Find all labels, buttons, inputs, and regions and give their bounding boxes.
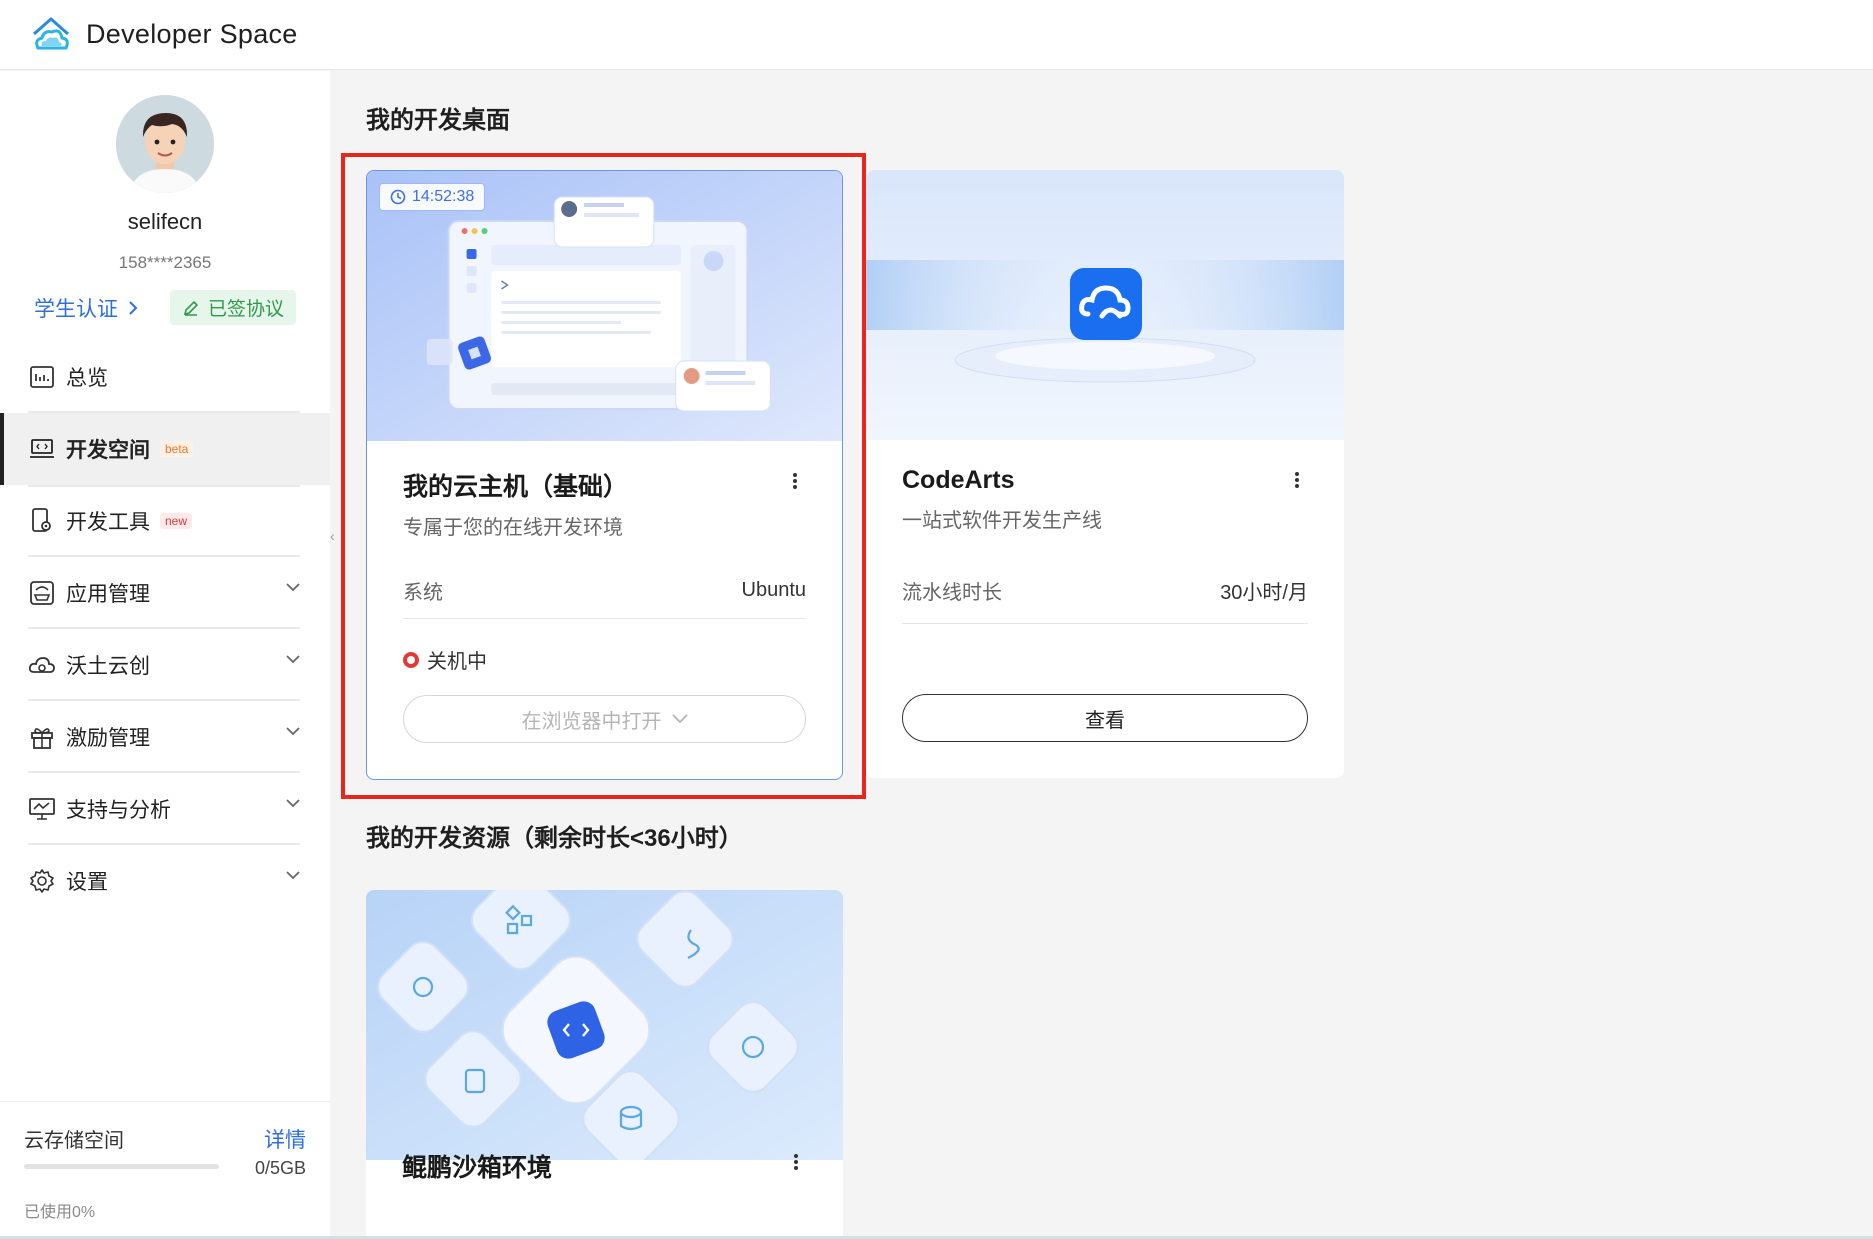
resources-section-title: 我的开发资源（剩余时长<36小时）: [366, 825, 743, 852]
sidebar-item-label: 激励管理: [66, 727, 150, 750]
session-timer-badge: 14:52:38: [379, 183, 486, 211]
status-text: 关机中: [427, 651, 487, 673]
storage-progress-bar: [24, 1164, 219, 1169]
machine-status: 关机中: [403, 645, 487, 674]
more-options-icon[interactable]: [1294, 470, 1300, 490]
chevron-down-icon: [286, 655, 300, 664]
card-title: CodeArts: [902, 466, 1015, 494]
cloud-icon: [28, 651, 56, 679]
monitor-chart-icon: [28, 795, 56, 823]
signed-agreement-badge[interactable]: 已签协议: [170, 290, 297, 325]
desktop-section-title: 我的开发桌面: [366, 107, 510, 134]
student-cert-label: 学生认证: [34, 298, 118, 321]
view-button-label: 查看: [1085, 709, 1125, 732]
cloud-host-card[interactable]: 14:52:38 我的云主机（基础） 专属于您的在线开发环境 系统 Ubuntu…: [366, 170, 843, 780]
status-off-icon: [403, 651, 419, 668]
codearts-card[interactable]: CodeArts 一站式软件开发生产线 流水线时长 30小时/月 查看: [866, 170, 1344, 778]
storage-title: 云存储空间: [24, 1130, 124, 1152]
sidebar-item-settings[interactable]: 设置: [0, 845, 330, 917]
sidebar-item-incentive[interactable]: 激励管理: [0, 701, 330, 773]
sidebar-collapse-handle[interactable]: ‹: [330, 528, 342, 550]
tool-device-icon: [28, 507, 56, 535]
chevron-right-icon: [129, 301, 138, 315]
sidebar-item-label: 开发工具: [66, 511, 150, 534]
sidebar-item-label: 总览: [66, 367, 108, 390]
chevron-down-icon: [286, 799, 300, 808]
sidebar: selifecn 158****2365 学生认证 已签协议 总览 开发空间 b…: [0, 71, 330, 1239]
more-options-icon[interactable]: [792, 471, 798, 491]
open-in-browser-button[interactable]: 在浏览器中打开: [403, 695, 806, 743]
student-cert-link[interactable]: 学生认证: [34, 293, 138, 323]
app-box-icon: [28, 579, 56, 607]
sidebar-item-label: 开发空间: [66, 439, 150, 462]
dashboard-icon: [28, 363, 56, 391]
edit-pen-icon: [183, 300, 199, 316]
sidebar-item-support-analysis[interactable]: 支持与分析: [0, 773, 330, 845]
card-title: 我的云主机（基础）: [403, 473, 629, 501]
signed-agreement-label: 已签协议: [208, 299, 285, 320]
sidebar-item-dev-space[interactable]: 开发空间 beta: [0, 413, 330, 485]
phone-number: 158****2365: [118, 253, 212, 272]
house-cloud-logo-icon[interactable]: [28, 12, 74, 58]
session-timer: 14:52:38: [412, 188, 475, 205]
sidebar-item-label: 设置: [66, 871, 108, 894]
avatar[interactable]: [116, 95, 214, 193]
sidebar-item-dev-tools[interactable]: 开发工具 new: [0, 485, 330, 557]
card-description: 专属于您的在线开发环境: [403, 517, 623, 539]
chevron-down-icon: [671, 714, 688, 724]
chevron-down-icon: [286, 727, 300, 736]
more-options-icon[interactable]: [793, 1152, 799, 1172]
view-button[interactable]: 查看: [902, 694, 1308, 742]
open-in-browser-label: 在浏览器中打开: [521, 710, 662, 733]
system-value: Ubuntu: [741, 579, 807, 601]
sidebar-item-label: 应用管理: [66, 583, 150, 606]
sidebar-item-label: 支持与分析: [66, 799, 171, 822]
gear-icon: [28, 867, 56, 895]
sandbox-illustration: [366, 890, 843, 1160]
gift-icon: [28, 723, 56, 751]
chevron-down-icon: [286, 583, 300, 592]
new-badge: new: [160, 513, 193, 529]
storage-size: 0/5GB: [254, 1158, 306, 1178]
laptop-code-icon: [28, 435, 56, 463]
sandbox-card[interactable]: 鲲鹏沙箱环境: [366, 890, 843, 1239]
cloud-host-illustration: [367, 171, 842, 441]
app-title: Developer Space: [86, 19, 298, 49]
clock-icon: [390, 189, 406, 205]
pipeline-duration-row: 流水线时长 30小时/月: [902, 558, 1308, 624]
system-info-row: 系统 Ubuntu: [403, 563, 806, 619]
divider: [28, 485, 300, 487]
sidebar-item-overview[interactable]: 总览: [0, 341, 330, 413]
storage-detail-link[interactable]: 详情: [264, 1124, 306, 1154]
chevron-down-icon: [286, 871, 300, 880]
top-bar: Developer Space: [0, 0, 1873, 70]
storage-used-label: 已使用0%: [24, 1204, 96, 1221]
username: selifecn: [127, 209, 203, 234]
pipeline-duration-label: 流水线时长: [902, 582, 1002, 604]
sidebar-item-app-management[interactable]: 应用管理: [0, 557, 330, 629]
codearts-illustration: [866, 170, 1344, 440]
sidebar-nav: 总览 开发空间 beta 开发工具 new 应用管理 沃土云创 激励管理 支持与…: [0, 341, 330, 917]
beta-badge: beta: [160, 441, 194, 457]
sidebar-item-wotu[interactable]: 沃土云创: [0, 629, 330, 701]
sidebar-item-label: 沃土云创: [66, 655, 150, 678]
cloud-storage-panel: 云存储空间 详情 0/5GB 已使用0%: [0, 1101, 330, 1239]
pipeline-duration-value: 30小时/月: [1220, 582, 1308, 604]
card-description: 一站式软件开发生产线: [902, 510, 1102, 532]
card-title: 鲲鹏沙箱环境: [402, 1154, 553, 1182]
system-label: 系统: [403, 582, 443, 604]
